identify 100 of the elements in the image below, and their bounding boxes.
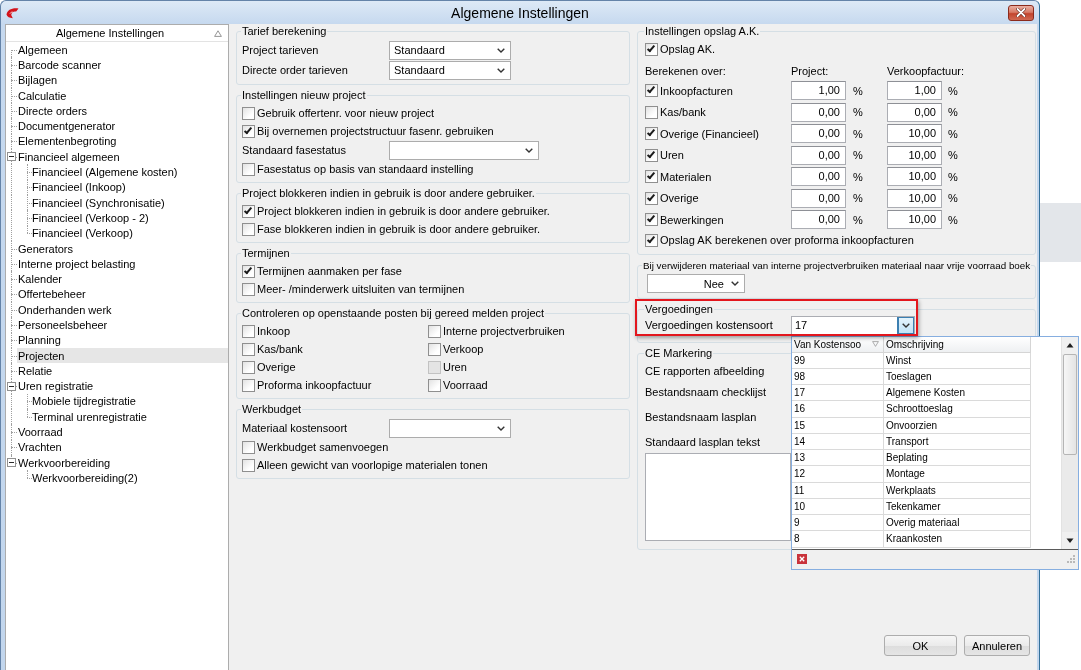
checkbox[interactable] [242, 342, 255, 356]
tree-item[interactable]: Calculatie [17, 87, 228, 104]
tree-item[interactable]: Werkvoorbereiding [17, 455, 228, 471]
tree-item[interactable]: Financieel (Verkoop) [31, 225, 228, 241]
close-icon[interactable] [797, 554, 807, 564]
checkbox[interactable] [428, 342, 441, 356]
checkbox[interactable] [645, 233, 658, 247]
checkbox[interactable] [242, 324, 255, 338]
checkbox[interactable] [242, 458, 255, 472]
checkbox[interactable] [242, 264, 255, 278]
tree-item[interactable]: Directe orders [17, 103, 228, 119]
tree-item[interactable]: Vrachten [17, 439, 228, 455]
list-cell[interactable]: Overig materiaal [884, 515, 1031, 532]
tree-item[interactable]: Kalender [17, 271, 228, 287]
list-cell[interactable]: Beplating [884, 450, 1031, 467]
percent-input[interactable]: 0,00 [791, 188, 846, 208]
dialog-button[interactable]: OK [884, 635, 957, 656]
list-cell[interactable]: 9 [792, 515, 884, 532]
tree-item[interactable]: Financieel (Verkoop - 2) [31, 210, 228, 226]
checkbox[interactable] [242, 204, 255, 218]
scroll-down-icon[interactable] [1062, 531, 1078, 549]
checkbox[interactable] [242, 162, 255, 176]
scroll-up-icon[interactable] [1062, 336, 1078, 354]
percent-input[interactable]: 10,00 [887, 145, 942, 165]
list-cell[interactable]: 16 [792, 401, 884, 418]
list-cell[interactable]: 17 [792, 385, 884, 402]
tree-item[interactable]: Planning [17, 332, 228, 348]
checkbox[interactable] [428, 378, 441, 392]
percent-input[interactable]: 10,00 [887, 167, 942, 187]
tree-item[interactable]: Documentgenerator [17, 118, 228, 134]
tree-item[interactable]: Financieel algemeen [17, 149, 228, 165]
collapse-icon[interactable] [7, 458, 16, 468]
percent-input[interactable]: 10,00 [887, 124, 942, 144]
tree-item[interactable]: Personeelsbeheer [17, 317, 228, 333]
checkbox[interactable] [242, 440, 255, 454]
percent-input[interactable]: 0,00 [791, 145, 846, 165]
dialog-button[interactable]: Annuleren [964, 635, 1030, 656]
column-header[interactable]: Omschrijving [884, 336, 1031, 353]
tree-item[interactable]: Bijlagen [17, 72, 228, 88]
percent-input[interactable]: 10,00 [887, 210, 942, 230]
checkbox[interactable] [242, 360, 255, 374]
list-cell[interactable]: 8 [792, 531, 884, 548]
tree-item[interactable]: Voorraad [17, 424, 228, 440]
checkbox[interactable] [645, 191, 658, 205]
dropdown-select[interactable]: Nee [647, 274, 745, 293]
dropdown-select[interactable] [389, 418, 511, 438]
dropdown-select[interactable]: Standaard [389, 60, 511, 80]
percent-input[interactable]: 0,00 [791, 210, 846, 230]
percent-input[interactable]: 10,00 [887, 188, 942, 208]
checkbox[interactable] [645, 42, 658, 56]
tree-item[interactable]: Barcode scanner [17, 57, 228, 73]
checkbox[interactable] [242, 124, 255, 138]
list-cell[interactable]: 13 [792, 450, 884, 467]
percent-input[interactable]: 0,00 [791, 167, 846, 187]
tree-item[interactable]: Terminal urenregistratie [31, 409, 228, 425]
percent-input[interactable]: 0,00 [887, 102, 942, 122]
tree-item[interactable]: Financieel (Synchronisatie) [31, 194, 228, 211]
tree-item[interactable]: Elementenbegroting [17, 133, 228, 150]
checkbox[interactable] [645, 84, 658, 98]
list-cell[interactable]: Algemene Kosten [884, 385, 1031, 402]
tree-item[interactable]: Mobiele tijdregistratie [31, 393, 228, 410]
dropdown-select[interactable]: Standaard [389, 40, 511, 60]
combo-box[interactable]: 17 [791, 315, 915, 335]
checkbox[interactable] [645, 127, 658, 141]
tree-item[interactable]: Financieel (Inkoop) [31, 179, 228, 195]
dropdown-button[interactable] [897, 316, 914, 334]
scrollbar[interactable] [1061, 336, 1078, 549]
checkbox[interactable] [428, 324, 441, 338]
tree-item[interactable]: Offertebeheer [17, 286, 228, 303]
checkbox[interactable] [242, 222, 255, 236]
tree-item[interactable]: Algemeen [17, 42, 228, 58]
tree-item[interactable]: Interne project belasting [17, 256, 228, 272]
tree-item[interactable]: Financieel (Algemene kosten) [31, 164, 228, 180]
checkbox[interactable] [242, 106, 255, 120]
tree-item[interactable]: Uren registratie [17, 378, 228, 394]
tree-item[interactable]: Relatie [17, 363, 228, 379]
list-cell[interactable]: 12 [792, 466, 884, 483]
resize-grip-icon[interactable] [1067, 555, 1075, 563]
collapse-icon[interactable] [7, 381, 16, 391]
percent-input[interactable]: 1,00 [887, 81, 942, 101]
close-button[interactable] [1008, 4, 1034, 21]
checkbox[interactable] [242, 378, 255, 392]
scroll-thumb[interactable] [1063, 353, 1077, 455]
checkbox[interactable] [645, 148, 658, 162]
tree-item[interactable]: Generators [17, 240, 228, 257]
percent-input[interactable]: 0,00 [791, 124, 846, 144]
dropdown-select[interactable] [389, 140, 539, 160]
percent-input[interactable]: 1,00 [791, 81, 846, 101]
tree-item[interactable]: Werkvoorbereiding(2) [31, 470, 228, 486]
list-cell[interactable]: Montage [884, 466, 1031, 483]
checkbox[interactable] [645, 213, 658, 227]
collapse-icon[interactable] [7, 152, 16, 162]
column-header[interactable]: Van Kostensoo [792, 336, 884, 353]
checkbox[interactable] [242, 282, 255, 296]
checkbox[interactable] [645, 105, 658, 119]
list-cell[interactable]: Kraankosten [884, 531, 1031, 548]
text-area[interactable] [645, 452, 791, 541]
checkbox[interactable] [645, 170, 658, 184]
tree-item[interactable]: Onderhanden werk [17, 302, 228, 318]
list-cell[interactable]: Schroottoeslag [884, 401, 1031, 418]
